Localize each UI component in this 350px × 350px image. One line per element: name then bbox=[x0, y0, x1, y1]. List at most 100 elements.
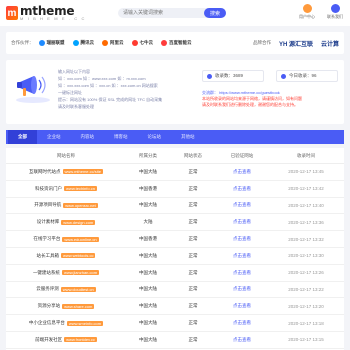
verify-link[interactable]: 点击查看 bbox=[216, 186, 268, 192]
tab-content[interactable]: 内容站 bbox=[71, 130, 105, 144]
site-category: 中国大陆 bbox=[139, 168, 157, 174]
site-category: 中国大陆 bbox=[139, 202, 157, 208]
stat-total: 收录数：3689 bbox=[202, 70, 264, 82]
site-name[interactable]: 前端开发社区 bbox=[35, 337, 62, 343]
site-date: 2020-12-17 13:22 bbox=[288, 286, 324, 292]
site-category: 中国大陆 bbox=[139, 303, 157, 309]
site-category: 中国香港 bbox=[139, 236, 157, 242]
site-status: 正常 bbox=[188, 202, 198, 208]
tab-forum[interactable]: 论坛站 bbox=[138, 130, 172, 144]
site-name[interactable]: 设计素材库 bbox=[37, 219, 60, 225]
site-date: 2020-12-17 13:42 bbox=[288, 186, 324, 192]
site-url-tag[interactable]: www.webtools.cc bbox=[61, 253, 96, 259]
site-table: 网站名称 所属分类 网站状态 已验证网站 收录时间 互联网时代站点 www.mth… bbox=[6, 148, 344, 350]
table-row[interactable]: 前端开发社区 www.frontdev.cc 中国大陆 正常 点击查看 2020-12-1… bbox=[6, 332, 344, 349]
site-date: 2020-12-17 13:36 bbox=[288, 219, 324, 225]
table-row[interactable]: 云服务评测 www.cloudtest.cn 中国大陆 正常 点击查看 2020-12-1… bbox=[6, 282, 344, 299]
site-url-tag[interactable]: www.eduonline.cn bbox=[62, 236, 99, 242]
verify-link[interactable]: 点击查看 bbox=[216, 169, 268, 175]
site-category: 中国大陆 bbox=[139, 336, 157, 342]
verify-link[interactable]: 点击查看 bbox=[216, 320, 268, 326]
tab-blog[interactable]: 博客站 bbox=[104, 130, 138, 144]
site-name[interactable]: 开源项目导航 bbox=[34, 202, 61, 208]
verify-link[interactable]: 点击查看 bbox=[216, 253, 268, 259]
site-status: 正常 bbox=[188, 286, 198, 292]
site-date: 2020-12-17 13:32 bbox=[288, 236, 324, 242]
category-tabs: 全部 企业站 内容站 博客站 论坛站 其他站 bbox=[6, 130, 344, 144]
page: m mtheme M I B H E M E . C C 搜索 用户中心 联系我… bbox=[0, 0, 350, 350]
verify-link[interactable]: 点击查看 bbox=[216, 303, 268, 309]
site-url-tag[interactable]: www.opensrc.net bbox=[63, 202, 98, 208]
site-url-tag[interactable]: www.frontdev.cc bbox=[64, 337, 97, 343]
user-icon bbox=[302, 4, 312, 13]
verify-link[interactable]: 点击查看 bbox=[216, 286, 268, 292]
verify-link[interactable]: 点击查看 bbox=[216, 270, 268, 276]
tab-enterprise[interactable]: 企业站 bbox=[37, 130, 71, 144]
site-url-tag[interactable]: www.smeinfo.com bbox=[66, 320, 104, 326]
site-name[interactable]: 在线学习平台 bbox=[33, 236, 60, 242]
site-date: 2020-12-17 13:18 bbox=[288, 320, 324, 326]
partner-icon bbox=[161, 40, 167, 46]
site-name[interactable]: 互联网时代站点 bbox=[29, 169, 61, 175]
site-url-tag[interactable]: www.share.com bbox=[62, 303, 95, 309]
stat-icon bbox=[207, 73, 212, 79]
table-row[interactable]: 在线学习平台 www.eduonline.cn 中国香港 正常 点击查看 2020-12-… bbox=[6, 231, 344, 248]
site-url-tag[interactable]: www.mtheme.cc/site bbox=[62, 169, 103, 175]
logo[interactable]: m mtheme M I B H E M E . C C bbox=[6, 5, 86, 21]
contact-button[interactable]: 联系我们 bbox=[326, 4, 344, 20]
user-center-button[interactable]: 用户中心 bbox=[298, 4, 316, 20]
verify-link[interactable]: 点击查看 bbox=[216, 236, 268, 242]
search-button[interactable]: 搜索 bbox=[204, 8, 226, 18]
table-row[interactable]: 中小企业信息平台 www.smeinfo.com 中国大陆 正常 点击查看 2020-12… bbox=[6, 315, 344, 332]
partner-logo[interactable]: 腾讯云 bbox=[72, 40, 94, 46]
site-name[interactable]: 一键建站系统 bbox=[33, 270, 60, 276]
partner-icon bbox=[131, 40, 138, 46]
table-row[interactable]: 设计素材库 www.design.com 大陆 正常 点击查看 2020-12-17 13… bbox=[6, 214, 344, 232]
site-status: 正常 bbox=[188, 219, 198, 225]
brand-logo[interactable]: YH 源汇互联 bbox=[279, 39, 313, 48]
tab-all[interactable]: 全部 bbox=[8, 130, 37, 144]
table-row[interactable]: 开源项目导航 www.opensrc.net 中国大陆 正常 点击查看 2020-12-1… bbox=[6, 198, 344, 215]
chat-icon bbox=[330, 4, 340, 13]
partner-icon bbox=[102, 40, 108, 46]
site-name[interactable]: 中小企业信息平台 bbox=[29, 320, 65, 326]
site-url-tag[interactable]: www.techinfo.cn bbox=[64, 186, 97, 192]
verify-link[interactable]: 点击查看 bbox=[216, 202, 268, 208]
info-panel: 输入网址以下内容 如 ：xxx.com 如 ：www.xxx.com 如 ：m.… bbox=[6, 60, 344, 124]
brand-logo[interactable]: 云计算 bbox=[321, 39, 339, 48]
site-date: 2020-12-17 13:40 bbox=[288, 202, 324, 208]
megaphone-icon bbox=[16, 76, 50, 103]
table-row[interactable]: 站长工具箱 www.webtools.cc 中国大陆 正常 点击查看 2020-12-17… bbox=[6, 248, 344, 265]
tab-other[interactable]: 其他站 bbox=[171, 130, 205, 144]
partner-logo[interactable]: 七牛云 bbox=[131, 40, 153, 46]
site-status: 正常 bbox=[188, 303, 198, 309]
site-name[interactable]: 科技资讯门户 bbox=[35, 186, 62, 192]
partner-logo[interactable]: 阿里云 bbox=[102, 40, 124, 46]
verify-link[interactable]: 点击查看 bbox=[216, 219, 268, 225]
site-name[interactable]: 云服务评测 bbox=[36, 286, 59, 292]
search-input[interactable] bbox=[118, 8, 204, 18]
partner-logo[interactable]: 百度智能云 bbox=[161, 40, 192, 46]
partner-logo[interactable]: 瑞丽联盟 bbox=[38, 40, 65, 46]
table-row[interactable]: 资源分享站 www.share.com 中国大陆 正常 点击查看 2020-12-17 1… bbox=[6, 298, 344, 316]
site-status: 正常 bbox=[188, 252, 198, 258]
site-url-tag[interactable]: www.design.com bbox=[61, 219, 96, 225]
partners-label: 合作伙伴： bbox=[11, 40, 34, 45]
logo-mark: m bbox=[6, 6, 18, 20]
table-row[interactable]: 科技资讯门户 www.techinfo.cn 中国香港 正常 点击查看 2020-12-1… bbox=[6, 181, 344, 198]
site-name[interactable]: 站长工具箱 bbox=[37, 253, 60, 259]
notice: 交流群： https://www.mtheme.cc/guestbook 本站所… bbox=[202, 90, 342, 108]
site-url-tag[interactable]: www.cloudtest.cn bbox=[60, 286, 96, 292]
site-url-tag[interactable]: www.jianzhan.com bbox=[61, 270, 100, 276]
site-date: 2020-12-17 13:30 bbox=[288, 253, 324, 259]
site-name[interactable]: 资源分享站 bbox=[38, 303, 61, 309]
table-row[interactable]: 互联网时代站点 www.mtheme.cc/site 中国大陆 正常 点击查看 2020-… bbox=[6, 164, 344, 181]
site-status: 正常 bbox=[188, 168, 198, 174]
site-status: 正常 bbox=[188, 185, 198, 191]
brand-label: 品牌合作 bbox=[252, 40, 271, 45]
logo-subtitle: M I B H E M E . C C bbox=[20, 16, 86, 21]
table-row[interactable]: 一键建站系统 www.jianzhan.com 中国大陆 正常 点击查看 2020-12-… bbox=[6, 265, 344, 282]
verify-link[interactable]: 点击查看 bbox=[216, 337, 268, 343]
site-status: 正常 bbox=[188, 269, 198, 275]
site-category: 中国大陆 bbox=[139, 286, 157, 292]
